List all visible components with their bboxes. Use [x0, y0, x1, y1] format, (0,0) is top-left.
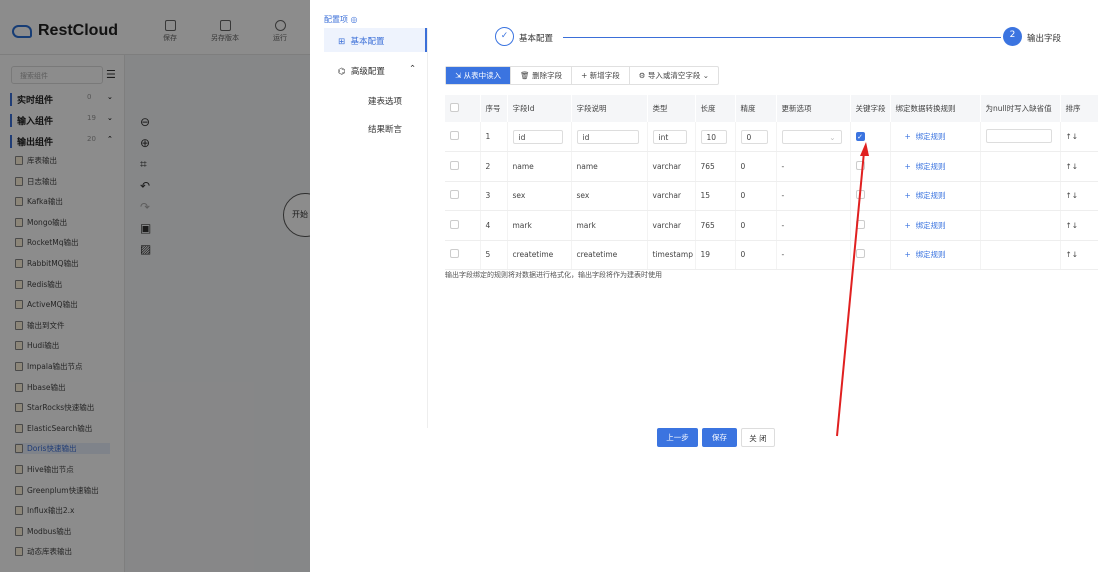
arrow-head — [860, 142, 869, 156]
arrow-shaft — [837, 152, 864, 436]
annotation-arrow — [0, 0, 1098, 572]
